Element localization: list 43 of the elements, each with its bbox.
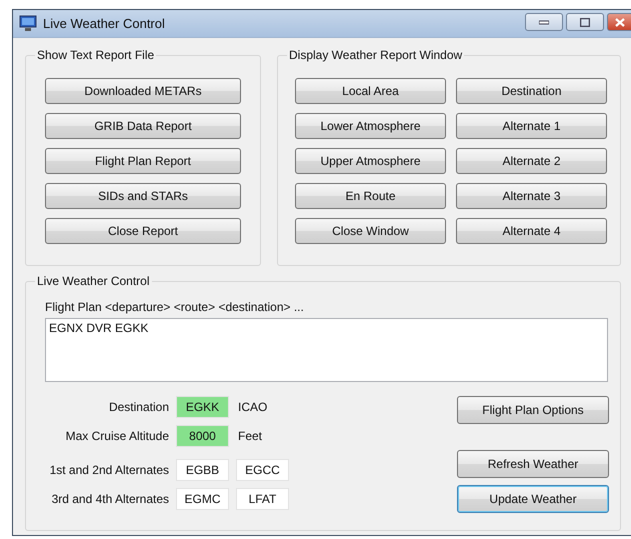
input-field[interactable]: EGKK — [176, 396, 229, 418]
report-button[interactable]: SIDs and STARs — [45, 183, 241, 209]
window-title: Live Weather Control — [43, 16, 165, 31]
report-button[interactable]: Local Area — [295, 78, 446, 104]
input-field[interactable]: EGMC — [176, 488, 229, 510]
close-button[interactable] — [607, 13, 631, 31]
field-label: Max Cruise Altitude — [64, 429, 169, 443]
group-title: Show Text Report File — [36, 48, 156, 62]
input-field[interactable]: EGBB — [176, 459, 229, 481]
field-label: Flight Plan <departure> <route> <destination> ... — [45, 300, 305, 314]
field-label: Destination — [108, 400, 169, 414]
minimize-icon — [539, 19, 549, 25]
report-button[interactable]: GRIB Data Report — [45, 113, 241, 139]
minimize-button[interactable] — [525, 13, 563, 31]
maximize-icon — [580, 18, 590, 26]
action-button[interactable]: Flight Plan Options — [457, 396, 609, 424]
report-button[interactable]: Lower Atmosphere — [295, 113, 446, 139]
input-field[interactable]: LFAT — [236, 488, 289, 510]
report-button[interactable]: Close Report — [45, 218, 241, 244]
report-button[interactable]: Flight Plan Report — [45, 148, 241, 174]
input-field[interactable]: 8000 — [176, 425, 229, 447]
field-label: 1st and 2nd Alternates — [48, 463, 169, 477]
report-button[interactable]: Close Window — [295, 218, 446, 244]
report-button[interactable]: En Route — [295, 183, 446, 209]
action-button[interactable]: Refresh Weather — [457, 450, 609, 478]
monitor-icon — [19, 15, 37, 32]
report-button[interactable]: Alternate 2 — [456, 148, 607, 174]
unit-label: ICAO — [238, 400, 268, 414]
group-title: Display Weather Report Window — [288, 48, 464, 62]
report-button[interactable]: Alternate 3 — [456, 183, 607, 209]
report-button[interactable]: Alternate 1 — [456, 113, 607, 139]
report-button[interactable]: Destination — [456, 78, 607, 104]
action-button[interactable]: Update Weather — [457, 485, 609, 513]
maximize-button[interactable] — [566, 13, 604, 31]
close-icon — [614, 18, 624, 26]
input-field[interactable]: EGCC — [236, 459, 289, 481]
field-label: 3rd and 4th Alternates — [50, 492, 169, 506]
group-title: Live Weather Control — [36, 274, 150, 288]
report-button[interactable]: Downloaded METARs — [45, 78, 241, 104]
report-button[interactable]: Alternate 4 — [456, 218, 607, 244]
report-button[interactable]: Upper Atmosphere — [295, 148, 446, 174]
unit-label: Feet — [238, 429, 262, 443]
flight-plan-field[interactable]: EGNX DVR EGKK — [45, 318, 608, 382]
